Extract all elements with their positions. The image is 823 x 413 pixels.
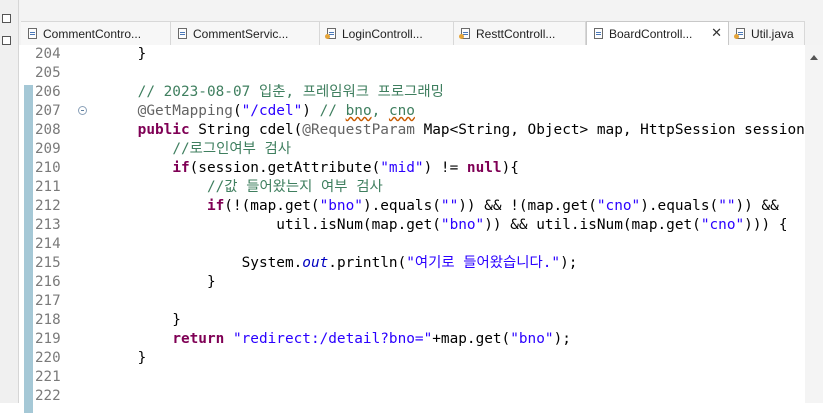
- java-file-icon: [459, 28, 470, 39]
- code-line[interactable]: 204 }: [19, 45, 805, 64]
- code-text: //값 들어왔는지 여부 검사: [206, 179, 383, 195]
- code-line[interactable]: 208 public String cdel(@RequestParam Map…: [19, 121, 823, 140]
- line-number: 213: [35, 217, 61, 233]
- code-text: System.out.println("여기로 들어왔습니다.");: [103, 255, 578, 271]
- code-line[interactable]: 218 }: [19, 311, 805, 330]
- java-file-icon: [28, 28, 37, 39]
- modified-badge-icon: [734, 34, 739, 39]
- line-number: 221: [35, 369, 61, 385]
- code-line[interactable]: 213 util.isNum(map.get("bno")) && util.i…: [19, 216, 805, 235]
- code-text: }: [103, 46, 147, 62]
- code-line[interactable]: 212 if(!(map.get("bno").equals("")) && !…: [19, 197, 805, 216]
- line-number: 209: [35, 141, 61, 157]
- line-number: 210: [35, 160, 61, 176]
- tab-label: CommentContro...: [43, 27, 142, 41]
- modified-badge-icon: [325, 34, 330, 39]
- code-line[interactable]: 216 }: [19, 273, 805, 292]
- editor-tab[interactable]: ResttControll...: [454, 21, 586, 45]
- code-text: //로그인여부 검사: [172, 141, 291, 157]
- code-text: if(!(map.get("bno").equals("")) && !(map…: [206, 198, 779, 214]
- editor-tab[interactable]: BoardControll... ✕: [586, 21, 729, 46]
- line-number: 207: [35, 103, 61, 119]
- line-number: 215: [35, 255, 61, 271]
- line-number: 218: [35, 312, 61, 328]
- modified-badge-icon: [459, 34, 464, 39]
- scroll-up-arrow-icon[interactable]: [810, 55, 818, 60]
- code-line[interactable]: 217: [19, 292, 805, 311]
- java-file-icon: [178, 28, 187, 39]
- code-text: }: [103, 274, 216, 290]
- java-file-icon: [734, 28, 745, 39]
- code-line[interactable]: 209 //로그인여부 검사: [19, 140, 805, 159]
- minimize-view-icon[interactable]: [2, 14, 11, 23]
- line-number: 205: [35, 65, 61, 81]
- code-line[interactable]: 206 // 2023-08-07 입춘, 프레임워크 프로그래밍: [19, 83, 805, 102]
- tab-label: CommentServic...: [193, 27, 289, 41]
- line-number: 217: [35, 293, 61, 309]
- code-line[interactable]: 211 //값 들어왔는지 여부 검사: [19, 178, 805, 197]
- tab-label: ResttControll...: [476, 27, 556, 41]
- close-icon[interactable]: ✕: [711, 22, 722, 46]
- code-line[interactable]: 220 }: [19, 349, 805, 368]
- code-line[interactable]: 214: [19, 235, 805, 254]
- code-text: // 2023-08-07 입춘, 프레임워크 프로그래밍: [137, 84, 444, 100]
- code-line[interactable]: 210 if(session.getAttribute("mid") != nu…: [19, 159, 805, 178]
- line-number: 211: [35, 179, 61, 195]
- editor-tab[interactable]: CommentContro...: [21, 21, 171, 45]
- line-number: 206: [35, 84, 61, 100]
- code-text: util.isNum(map.get("bno")) && util.isNum…: [103, 217, 788, 233]
- line-number: 204: [35, 46, 61, 62]
- restore-view-icon[interactable]: [2, 36, 11, 45]
- editor-tab[interactable]: CommentServic...: [171, 21, 320, 45]
- code-line[interactable]: 205: [19, 64, 805, 83]
- tab-label: LoginControll...: [342, 27, 423, 41]
- code-line[interactable]: 219 return "redirect:/detail?bno="+map.g…: [19, 330, 805, 349]
- tab-label: Util.java: [751, 27, 794, 41]
- code-text: return "redirect:/detail?bno="+map.get("…: [172, 331, 571, 347]
- line-number: 216: [35, 274, 61, 290]
- code-text: }: [103, 312, 181, 328]
- line-number: 208: [35, 122, 61, 138]
- editor-tab-bar: CommentContro... CommentServic... LoginCon…: [0, 0, 823, 46]
- editor-tab[interactable]: Util.java: [729, 21, 805, 45]
- code-line[interactable]: 207 @GetMapping("/cdel") // bno, cno: [19, 102, 805, 121]
- line-number: 219: [35, 331, 61, 347]
- code-line[interactable]: 222: [19, 387, 805, 406]
- code-line[interactable]: 221: [19, 368, 805, 387]
- code-editor[interactable]: 204 } 205 206 // 2023-08-07 입춘, 프레임워크 프로그래…: [19, 45, 823, 413]
- line-number: 222: [35, 388, 61, 404]
- editor-tab[interactable]: LoginControll...: [320, 21, 454, 45]
- vertical-scrollbar[interactable]: [805, 45, 823, 403]
- code-line[interactable]: 215 System.out.println("여기로 들어왔습니다.");: [19, 254, 805, 273]
- java-file-icon: [594, 28, 603, 39]
- code-text: }: [103, 350, 147, 366]
- collapse-fold-icon[interactable]: [78, 106, 87, 115]
- code-text: @GetMapping("/cdel") // bno, cno: [137, 103, 415, 119]
- line-number: 214: [35, 236, 61, 252]
- left-panel-edge: [0, 0, 19, 403]
- tab-label: BoardControll...: [609, 27, 693, 41]
- java-file-icon: [325, 28, 336, 39]
- line-number: 212: [35, 198, 61, 214]
- line-number: 220: [35, 350, 61, 366]
- code-text: public String cdel(@RequestParam Map<Str…: [137, 122, 823, 138]
- code-text: if(session.getAttribute("mid") != null){: [172, 160, 519, 176]
